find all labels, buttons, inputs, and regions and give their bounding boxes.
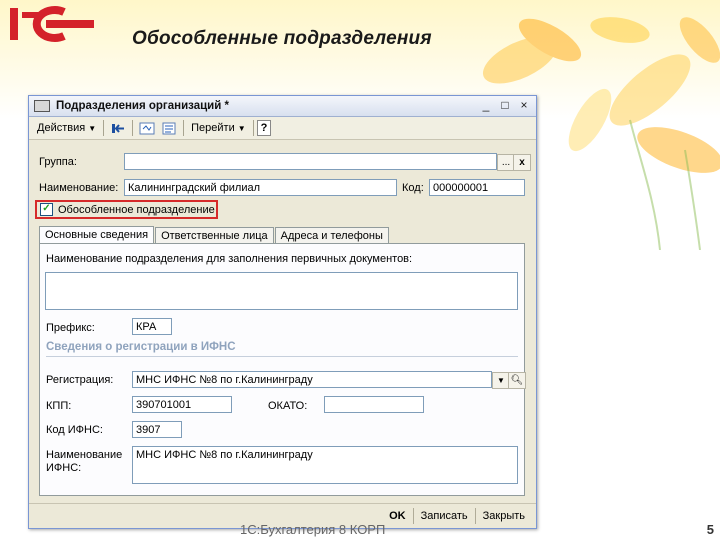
kpp-label: КПП: xyxy=(46,400,72,412)
okato-field[interactable] xyxy=(324,396,424,413)
primary-docs-label: Наименование подразделения для заполнени… xyxy=(46,253,413,265)
prefix-label: Префикс: xyxy=(46,322,95,334)
chevron-down-icon: ▼ xyxy=(237,123,246,133)
ifns-code-field[interactable]: 3907 xyxy=(132,421,182,438)
group-field[interactable] xyxy=(124,153,497,170)
tab-panel-main: Наименование подразделения для заполнени… xyxy=(39,243,526,496)
registration-label: Регистрация: xyxy=(46,374,114,386)
name-label: Наименование: xyxy=(39,182,119,194)
separate-division-checkbox[interactable]: ✓ xyxy=(40,203,53,216)
window-title-bar[interactable]: Подразделения организаций * _ □ × xyxy=(29,96,536,117)
refresh-icon[interactable] xyxy=(138,120,156,137)
registration-field[interactable]: МНС ИФНС №8 по г.Калининграду xyxy=(132,371,492,388)
ifns-code-label: Код ИФНС: xyxy=(46,424,103,436)
name-field[interactable]: Калининградский филиал xyxy=(124,179,397,196)
search-icon[interactable]: 🔍︎ xyxy=(508,372,526,389)
okato-label: ОКАТО: xyxy=(268,400,308,412)
clear-icon[interactable]: x xyxy=(513,154,531,171)
page-number: 5 xyxy=(706,522,714,537)
chevron-down-icon: ▼ xyxy=(88,123,97,133)
slide-title: Обособленные подразделения xyxy=(132,28,432,49)
primary-docs-field[interactable] xyxy=(45,272,518,310)
goto-menu-button[interactable]: Перейти ▼ xyxy=(187,119,250,137)
goto-menu-label: Перейти xyxy=(191,122,235,134)
dialog-window: Подразделения организаций * _ □ × Действ… xyxy=(28,95,537,529)
toolbar-separator xyxy=(183,120,185,136)
minimize-button[interactable]: _ xyxy=(478,98,494,113)
close-window-button[interactable]: × xyxy=(516,98,532,113)
ok-button[interactable]: OK xyxy=(382,507,413,525)
window-title: Подразделения организаций * xyxy=(56,100,229,112)
toolbar: Действия ▼ Перейти ▼ ? xyxy=(29,117,536,140)
toolbar-separator xyxy=(252,120,254,136)
code-field[interactable]: 000000001 xyxy=(429,179,525,196)
back-arrow-icon[interactable] xyxy=(109,120,127,137)
close-button[interactable]: Закрыть xyxy=(476,507,532,525)
ifns-name-label-line1: Наименование xyxy=(46,449,123,461)
actions-menu-button[interactable]: Действия ▼ xyxy=(33,119,100,137)
separate-division-highlight: ✓ Обособленное подразделение xyxy=(35,200,218,219)
ifns-name-label-line2: ИФНС: xyxy=(46,462,82,474)
section-divider xyxy=(46,356,518,357)
ifns-name-field[interactable]: МНС ИФНС №8 по г.Калининграду xyxy=(132,446,518,484)
kpp-field[interactable]: 390701001 xyxy=(132,396,232,413)
list-icon[interactable] xyxy=(160,120,178,137)
ifns-section-title: Сведения о регистрации в ИФНС xyxy=(46,341,236,353)
help-button[interactable]: ? xyxy=(256,120,272,136)
prefix-field[interactable]: КРА xyxy=(132,318,172,335)
maximize-button[interactable]: □ xyxy=(497,98,513,113)
toolbar-separator xyxy=(132,120,134,136)
group-label: Группа: xyxy=(39,156,77,168)
help-icon: ? xyxy=(260,122,268,134)
separate-division-label[interactable]: Обособленное подразделение xyxy=(58,204,215,216)
app-window-icon xyxy=(34,100,50,112)
slide-footer: 1С:Бухгалтерия 8 КОРП xyxy=(240,522,386,537)
actions-menu-label: Действия xyxy=(37,122,86,134)
code-label: Код: xyxy=(402,182,424,194)
save-button[interactable]: Записать xyxy=(414,507,475,525)
toolbar-separator xyxy=(103,120,105,136)
logo xyxy=(10,6,94,42)
